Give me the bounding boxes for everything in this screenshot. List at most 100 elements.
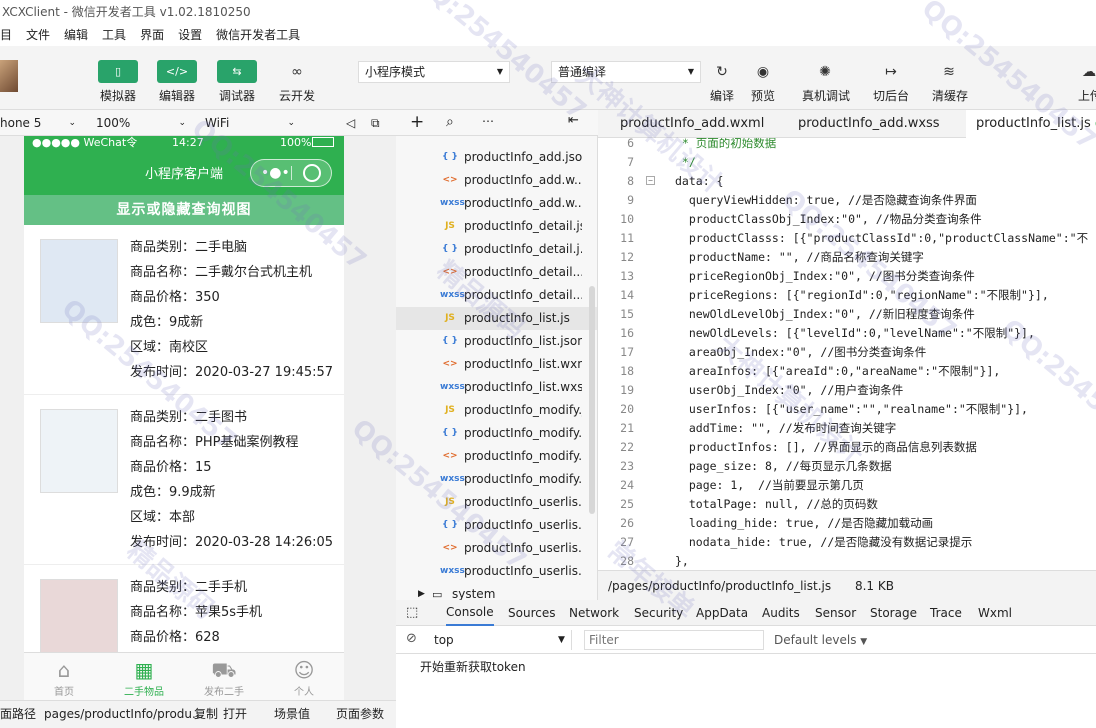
close-miniprogram-icon[interactable] (303, 164, 321, 182)
tree-file[interactable]: { } productInfo_modify... (396, 422, 597, 445)
product-list: 商品类别：二手电脑 商品名称：二手戴尔台式机主机 商品价格：350 成色：9成新 区域：… (24, 225, 344, 652)
devtools-tab-security[interactable]: Security (634, 600, 683, 626)
mute-icon[interactable]: ◁ (346, 113, 360, 133)
devtools-tab-wxml[interactable]: Wxml (978, 600, 1012, 626)
more-dots-icon[interactable]: •●• (261, 164, 290, 182)
tree-file[interactable]: { } productInfo_add.json (396, 146, 597, 169)
tree-file[interactable]: JS productInfo_detail.js (396, 215, 597, 238)
devtools-tab-appdata[interactable]: AppData (696, 600, 748, 626)
devtools-tab-network[interactable]: Network (569, 600, 619, 626)
tab-productinfo-list-js[interactable]: productInfo_list.js ● (966, 110, 1096, 138)
tree-file[interactable]: wxss productInfo_userlis... (396, 560, 597, 583)
cart-icon: ⛟ (211, 658, 237, 682)
detach-window-icon[interactable]: ⧉ (371, 113, 387, 133)
zoom-select[interactable]: 100% ⌄ (96, 113, 186, 133)
tab-home[interactable]: ⌂ 首页 (24, 653, 104, 700)
product-item[interactable]: 商品类别：二手图书 商品名称：PHP基础案例教程 商品价格：15 成色：9.9成新 区域… (24, 395, 344, 565)
bug-icon[interactable]: ✺ (812, 62, 838, 82)
menu-item[interactable]: 编辑 (64, 28, 88, 42)
tree-file[interactable]: { } productInfo_detail.j... (396, 238, 597, 261)
tab-productinfo-add-wxml[interactable]: productInfo_add.wxml (610, 110, 774, 138)
compile-button[interactable]: 编译 (702, 87, 742, 104)
background-button[interactable]: 切后台 (868, 87, 914, 104)
inspect-element-icon[interactable]: ⬚ (406, 600, 418, 626)
more-icon[interactable]: ⋯ (482, 114, 494, 128)
eye-icon[interactable]: ◉ (750, 62, 776, 82)
tab-publish[interactable]: ⛟ 发布二手 (184, 653, 264, 700)
switch-background-icon[interactable]: ↦ (878, 62, 904, 82)
tree-file[interactable]: { } productInfo_userlis... (396, 514, 597, 537)
code-editor[interactable]: 6 * 页面的初始数据 7 */8 data: {9 queryViewHidden… (598, 138, 1096, 570)
tree-file[interactable]: wxss productInfo_modify... (396, 468, 597, 491)
tree-folder-system[interactable]: ▶ ▭ system (396, 583, 597, 600)
context-select[interactable]: top ▼ (434, 630, 572, 650)
tree-file[interactable]: <> productInfo_list.wxml (396, 353, 597, 376)
path-label: 面路径 (0, 707, 37, 721)
user-avatar[interactable] (0, 60, 18, 92)
tree-file[interactable]: <> productInfo_detail.... (396, 261, 597, 284)
file-type-icon: <> (442, 451, 458, 461)
editor-toggle-button[interactable]: </> (157, 60, 197, 83)
menu-item[interactable]: 文件 (26, 28, 50, 42)
tree-file[interactable]: JS productInfo_userlis... (396, 491, 597, 514)
menu-item[interactable]: 工具 (102, 28, 126, 42)
network-select[interactable]: WiFi ⌄ (205, 113, 295, 133)
search-icon[interactable]: ⌕ (446, 114, 454, 130)
product-item[interactable]: 商品类别：二手电脑 商品名称：二手戴尔台式机主机 商品价格：350 成色：9成新 区域：… (24, 225, 344, 395)
console-message: 开始重新获取token (420, 660, 526, 674)
scene-value-button[interactable]: 场景值 (274, 701, 310, 727)
line-number: 12 (620, 250, 634, 264)
tree-file[interactable]: wxss productInfo_detail.... (396, 284, 597, 307)
product-item[interactable]: 商品类别：二手手机 商品名称：苹果5s手机 商品价格：628 (24, 565, 344, 652)
menu-capsule[interactable]: •●• (250, 159, 332, 187)
device-select[interactable]: hone 5 ⌄ (0, 113, 76, 133)
product-category: 商品类别：二手图书 (130, 410, 248, 425)
tree-file[interactable]: wxss productInfo_list.wxss (396, 376, 597, 399)
devtools-tab-console[interactable]: Console (446, 600, 494, 626)
page-params-button[interactable]: 页面参数 (336, 701, 384, 727)
log-levels-select[interactable]: Default levels ▼ (774, 630, 867, 650)
add-icon[interactable]: + (410, 112, 424, 132)
tree-file[interactable]: <> productInfo_modify... (396, 445, 597, 468)
simulator-toggle-button[interactable]: ▯ (98, 60, 138, 83)
tab-profile[interactable]: ☺ 个人 (264, 653, 344, 700)
menu-item[interactable]: 目 (0, 28, 12, 42)
toggle-query-view-button[interactable]: 显示或隐藏查询视图 (24, 195, 344, 225)
real-device-debug-button[interactable]: 真机调试 (800, 87, 852, 104)
tree-file[interactable]: wxss productInfo_add.w... (396, 192, 597, 215)
debugger-toggle-button[interactable]: ⇆ (217, 60, 257, 83)
tree-file[interactable]: <> productInfo_add.w... (396, 169, 597, 192)
open-path-button[interactable]: 打开 (223, 701, 247, 727)
compile-mode-select[interactable]: 普通编译 ▼ (551, 61, 701, 83)
tab-secondhand[interactable]: ▦ 二手物品 (104, 653, 184, 700)
devtools-tab-audits[interactable]: Audits (762, 600, 800, 626)
cloud-icon[interactable]: ∞ (284, 62, 310, 82)
tree-file[interactable]: <> productInfo_userlis... (396, 537, 597, 560)
clear-cache-button[interactable]: 清缓存 (928, 87, 972, 104)
devtools-tab-sources[interactable]: Sources (508, 600, 555, 626)
filter-input[interactable] (584, 630, 764, 650)
tree-file[interactable]: JS productInfo_modify.js (396, 399, 597, 422)
tree-scrollbar[interactable] (589, 286, 595, 514)
tree-file[interactable]: JS productInfo_list.js (396, 307, 597, 330)
block-icon[interactable]: ⊘ (406, 631, 417, 646)
copy-path-button[interactable]: 复制 (194, 701, 218, 727)
collapse-panel-icon[interactable]: ⇤ (568, 113, 579, 128)
code-line: 7 */ (598, 153, 1096, 172)
menu-item[interactable]: 界面 (140, 28, 164, 42)
tree-file[interactable]: { } productInfo_list.json (396, 330, 597, 353)
devtools-tab-sensor[interactable]: Sensor (815, 600, 856, 626)
fold-toggle-icon[interactable]: − (646, 176, 655, 185)
devtools-tab-storage[interactable]: Storage (870, 600, 917, 626)
tab-productinfo-add-wxss[interactable]: productInfo_add.wxss (788, 110, 950, 138)
refresh-icon[interactable]: ↻ (709, 62, 735, 82)
cloud-label: 云开发 (278, 89, 315, 103)
upload-button[interactable]: 上传 (1078, 87, 1096, 104)
menu-item[interactable]: 设置 (178, 28, 202, 42)
preview-button[interactable]: 预览 (743, 87, 783, 104)
cloud-upload-icon[interactable]: ☁ (1076, 62, 1096, 82)
devtools-tab-trace[interactable]: Trace (930, 600, 962, 626)
layers-icon[interactable]: ≋ (936, 62, 962, 82)
mode-select[interactable]: 小程序模式 ▼ (358, 61, 510, 83)
menu-item[interactable]: 微信开发者工具 (216, 28, 300, 42)
